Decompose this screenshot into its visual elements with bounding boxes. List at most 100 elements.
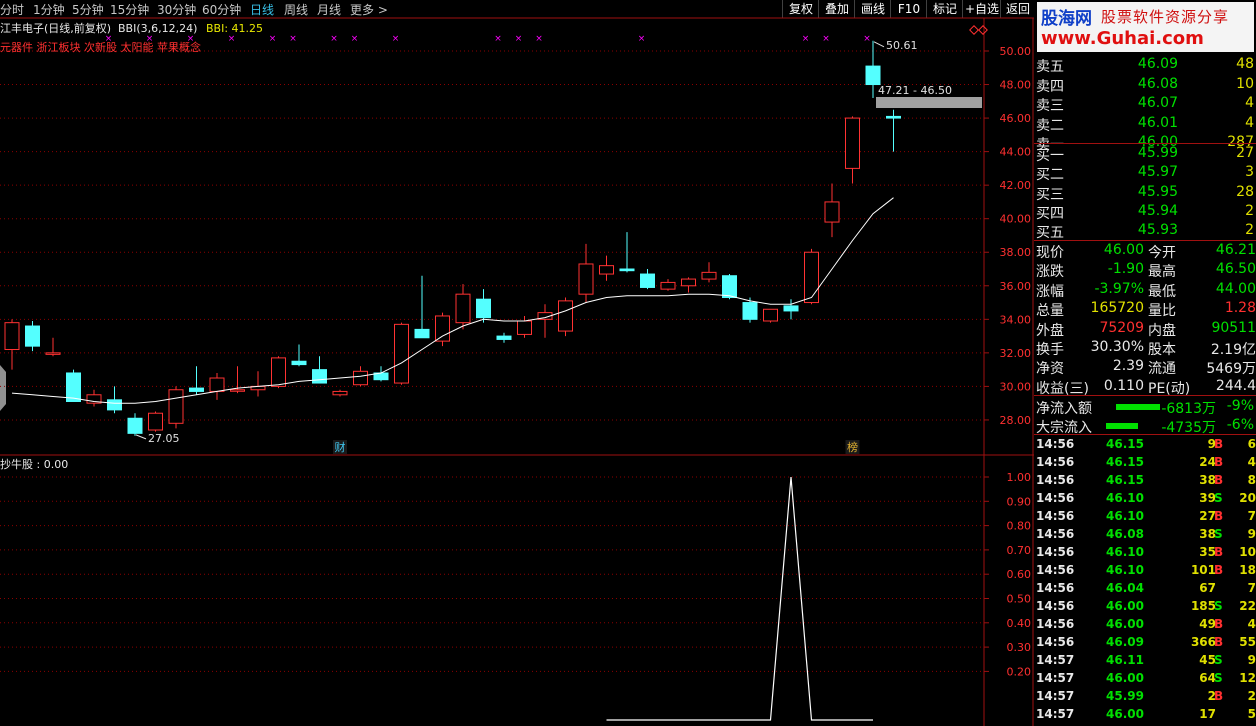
- tick-row: 14:56 46.10 35 B 10: [1034, 544, 1256, 562]
- signal-x-icon: ×: [822, 34, 830, 44]
- candle[interactable]: [619, 232, 635, 273]
- candle[interactable]: [291, 344, 307, 367]
- ask-label: 卖四: [1036, 78, 1064, 95]
- candle[interactable]: [394, 322, 409, 385]
- candle[interactable]: [578, 243, 594, 303]
- signal-x-icon: ×: [863, 34, 871, 44]
- ticks-divider: [1034, 434, 1256, 435]
- candle[interactable]: [681, 277, 696, 293]
- event-marker-label[interactable]: 财: [335, 440, 346, 454]
- stat-value: 46.21: [1215, 242, 1256, 258]
- price-tick-label: 36.00: [1000, 280, 1032, 293]
- candle-body: [127, 417, 143, 434]
- bid-label: 买三: [1036, 186, 1064, 203]
- diamond-icon[interactable]: [978, 25, 988, 35]
- candle[interactable]: [25, 320, 40, 352]
- candles-group: [4, 40, 901, 436]
- tick-time: 14:57: [1036, 707, 1075, 721]
- tick-count: 9: [1247, 527, 1256, 541]
- stat-row: 涨跌 -1.90 最高 46.50: [1034, 260, 1256, 281]
- candle[interactable]: [599, 255, 614, 281]
- candle[interactable]: [414, 275, 430, 339]
- candle[interactable]: [558, 297, 573, 337]
- tick-time: 14:56: [1036, 455, 1075, 469]
- candle[interactable]: [66, 369, 81, 402]
- candle[interactable]: [640, 269, 655, 290]
- sub-tick-label: 0.80: [1007, 520, 1032, 533]
- candle[interactable]: [804, 248, 819, 305]
- stat-value: -1.90: [1107, 261, 1144, 278]
- candle[interactable]: [45, 337, 61, 357]
- tick-count: 12: [1239, 671, 1256, 685]
- ask-volume: 10: [1236, 75, 1254, 92]
- price-axis: 50.00 48.00 46.00 44.00 42.00 40.00 38.00 36.00…: [1000, 45, 1032, 427]
- candle[interactable]: [435, 312, 450, 347]
- logo-name: 股海网: [1041, 9, 1092, 29]
- candle[interactable]: [537, 304, 553, 338]
- candle-body: [701, 271, 717, 280]
- candle[interactable]: [701, 262, 717, 283]
- candle[interactable]: [250, 371, 266, 397]
- diamond-icon[interactable]: [969, 25, 979, 35]
- candle[interactable]: [271, 356, 286, 389]
- concept-tags: 元器件 浙江板块 次新股 太阳能 苹果概念: [0, 40, 201, 54]
- signal-x-icon: ×: [535, 34, 543, 44]
- scroll-left-handle[interactable]: [0, 365, 6, 411]
- stat-value: 1.28: [1224, 300, 1256, 317]
- candle[interactable]: [660, 279, 676, 291]
- quote-panel: 卖五 46.09 48 卖四 46.08 10 卖三 46.07 4 卖二 46.01 4 卖一 46.0…: [1034, 54, 1256, 726]
- candle[interactable]: [4, 319, 20, 370]
- tick-price: 46.15: [1106, 437, 1144, 451]
- candle[interactable]: [845, 116, 860, 184]
- stat-value: 0.110: [1103, 377, 1144, 394]
- bid-row: 买二 45.97 3: [1034, 163, 1256, 183]
- stat-value: 44.00: [1215, 280, 1256, 297]
- ask-label: 卖五: [1036, 59, 1064, 75]
- ask-label: 卖二: [1036, 117, 1064, 134]
- signal-x-icon: ×: [228, 34, 236, 44]
- candle[interactable]: [148, 411, 163, 432]
- signal-x-icon: ×: [351, 34, 359, 44]
- event-marker-label[interactable]: 榜: [847, 440, 858, 454]
- candle[interactable]: [455, 284, 471, 330]
- candle-body: [291, 360, 307, 366]
- candle[interactable]: [496, 332, 512, 343]
- candle[interactable]: [886, 109, 901, 152]
- candle-body: [332, 390, 348, 396]
- sub-grid: [0, 476, 989, 672]
- candle[interactable]: [824, 183, 840, 238]
- candle[interactable]: [332, 389, 348, 397]
- tick-time: 14:56: [1036, 617, 1075, 631]
- candle[interactable]: [189, 366, 204, 395]
- candle-body: [865, 65, 881, 86]
- candle[interactable]: [517, 315, 532, 338]
- sub-indicator-label: 抄牛股 : 0.00: [0, 457, 68, 471]
- bid-row: 买一 45.99 27: [1034, 144, 1256, 164]
- ask-row: 卖五 46.09 48: [1034, 55, 1256, 75]
- tick-row: 14:56 46.08 38 S 9: [1034, 526, 1256, 544]
- candle-body: [25, 325, 40, 347]
- tick-price: 46.00: [1106, 617, 1144, 631]
- candle[interactable]: [476, 289, 491, 323]
- candle[interactable]: [763, 308, 778, 323]
- price-tick-label: 48.00: [1000, 79, 1032, 92]
- tick-volume: 366: [1190, 635, 1216, 649]
- signal-markers: × × × × × × × × × × × × × × × ×: [105, 34, 871, 44]
- candle[interactable]: [127, 413, 143, 436]
- stat-row: 净资 2.39 流通 5469万: [1034, 357, 1256, 377]
- tick-side: B: [1214, 689, 1224, 703]
- candle-body: [476, 298, 491, 319]
- flow-label: 净流入额: [1036, 401, 1092, 417]
- flow-row: 大宗流入 -4735万 -6%: [1034, 416, 1256, 436]
- candle[interactable]: [209, 372, 225, 400]
- tick-price: 46.00: [1106, 599, 1144, 613]
- candle[interactable]: [107, 386, 122, 414]
- tick-count: 4: [1247, 455, 1256, 469]
- price-tick-label: 28.00: [1000, 414, 1032, 427]
- stat-label: 涨跌: [1036, 264, 1064, 281]
- stat-label: 最低: [1148, 283, 1176, 300]
- candle[interactable]: [86, 389, 102, 407]
- candle[interactable]: [168, 386, 184, 429]
- kline-chart-area[interactable]: 50.00 48.00 46.00 44.00 42.00 40.00 38.00 36.00…: [0, 0, 1034, 726]
- tick-time: 14:56: [1036, 527, 1075, 541]
